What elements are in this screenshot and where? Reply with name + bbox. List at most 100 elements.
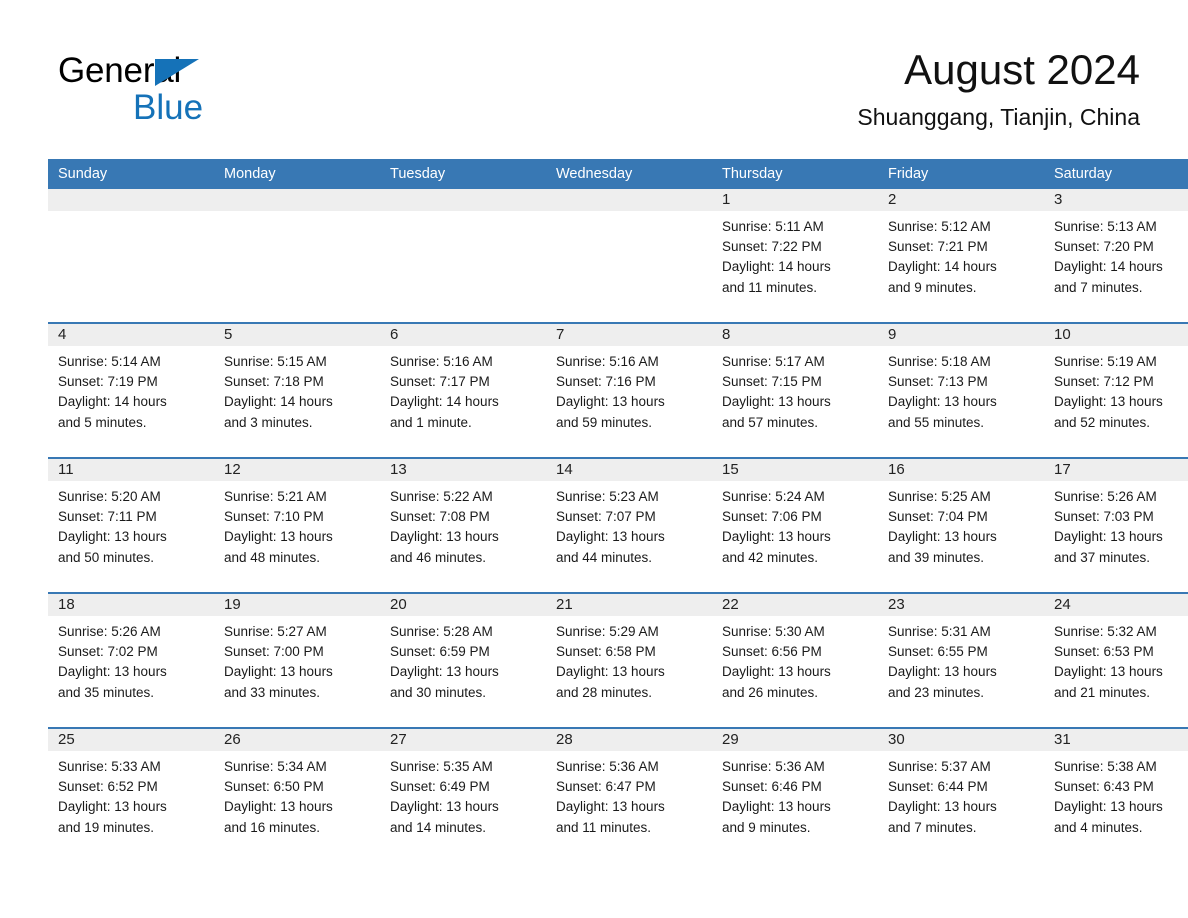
calendar-day-cell[interactable]: 22 Sunrise: 5:30 AM Sunset: 6:56 PM Dayligh…	[712, 592, 878, 728]
calendar-week-row: 11 Sunrise: 5:20 AM Sunset: 7:11 PM Dayligh…	[48, 457, 1188, 593]
day-details: Sunrise: 5:34 AM Sunset: 6:50 PM Daylight:…	[214, 751, 380, 838]
day-details: Sunrise: 5:11 AM Sunset: 7:22 PM Daylight:…	[712, 211, 878, 298]
daylight-text-line1: Daylight: 13 hours	[224, 664, 333, 680]
daylight-text-line1: Daylight: 13 hours	[1054, 394, 1163, 410]
calendar-day-cell[interactable]: 23 Sunrise: 5:31 AM Sunset: 6:55 PM Dayligh…	[878, 592, 1044, 728]
calendar-week-row: 4 Sunrise: 5:14 AM Sunset: 7:19 PM Daylight…	[48, 322, 1188, 458]
daylight-text-line1: Daylight: 13 hours	[1054, 529, 1163, 545]
sunrise-text: Sunrise: 5:27 AM	[224, 624, 327, 639]
day-number: 8	[712, 324, 878, 346]
calendar-day-cell[interactable]: 5 Sunrise: 5:15 AM Sunset: 7:18 PM Daylight…	[214, 322, 380, 458]
sunrise-text: Sunrise: 5:22 AM	[390, 489, 493, 504]
daylight-text-line2: and 35 minutes.	[58, 684, 155, 700]
calendar-day-cell[interactable]: 2 Sunrise: 5:12 AM Sunset: 7:21 PM Daylight…	[878, 189, 1044, 323]
daylight-text-line2: and 59 minutes.	[556, 414, 653, 430]
calendar-day-cell[interactable]: 26 Sunrise: 5:34 AM Sunset: 6:50 PM Dayligh…	[214, 727, 380, 863]
calendar-day-cell[interactable]: 4 Sunrise: 5:14 AM Sunset: 7:19 PM Daylight…	[48, 322, 214, 458]
calendar-day-cell[interactable]: 19 Sunrise: 5:27 AM Sunset: 7:00 PM Dayligh…	[214, 592, 380, 728]
calendar-day-cell[interactable]: 6 Sunrise: 5:16 AM Sunset: 7:17 PM Daylight…	[380, 322, 546, 458]
calendar-day-cell[interactable]: 7 Sunrise: 5:16 AM Sunset: 7:16 PM Daylight…	[546, 322, 712, 458]
daylight-text-line2: and 19 minutes.	[58, 819, 155, 835]
daylight-text-line1: Daylight: 13 hours	[224, 529, 333, 545]
calendar-day-cell[interactable]: 24 Sunrise: 5:32 AM Sunset: 6:53 PM Dayligh…	[1044, 592, 1188, 728]
calendar-day-cell[interactable]: 21 Sunrise: 5:29 AM Sunset: 6:58 PM Dayligh…	[546, 592, 712, 728]
sunset-text: Sunset: 7:21 PM	[888, 239, 988, 255]
day-number: 30	[878, 729, 1044, 751]
calendar-day-cell[interactable]: 18 Sunrise: 5:26 AM Sunset: 7:02 PM Dayligh…	[48, 592, 214, 728]
sunset-text: Sunset: 7:17 PM	[390, 374, 490, 390]
sunset-text: Sunset: 7:02 PM	[58, 644, 158, 660]
daylight-text-line2: and 9 minutes.	[888, 279, 977, 295]
daylight-text-line2: and 48 minutes.	[224, 549, 321, 565]
daylight-text-line1: Daylight: 14 hours	[888, 259, 997, 275]
calendar-week-row: 25 Sunrise: 5:33 AM Sunset: 6:52 PM Dayligh…	[48, 727, 1188, 863]
day-number: 4	[48, 324, 214, 346]
calendar-day-cell[interactable]: 27 Sunrise: 5:35 AM Sunset: 6:49 PM Dayligh…	[380, 727, 546, 863]
calendar-day-cell[interactable]: 31 Sunrise: 5:38 AM Sunset: 6:43 PM Dayligh…	[1044, 727, 1188, 863]
calendar-day-cell[interactable]: 16 Sunrise: 5:25 AM Sunset: 7:04 PM Dayligh…	[878, 457, 1044, 593]
day-number: 15	[712, 459, 878, 481]
day-details: Sunrise: 5:30 AM Sunset: 6:56 PM Daylight:…	[712, 616, 878, 703]
day-details: Sunrise: 5:31 AM Sunset: 6:55 PM Daylight:…	[878, 616, 1044, 703]
day-number: 11	[48, 459, 214, 481]
daylight-text-line2: and 23 minutes.	[888, 684, 985, 700]
daylight-text-line1: Daylight: 13 hours	[58, 799, 167, 815]
sunset-text: Sunset: 6:43 PM	[1054, 779, 1154, 795]
day-details: Sunrise: 5:19 AM Sunset: 7:12 PM Daylight:…	[1044, 346, 1188, 433]
calendar-day-cell[interactable]: 30 Sunrise: 5:37 AM Sunset: 6:44 PM Dayligh…	[878, 727, 1044, 863]
day-number: 2	[878, 189, 1044, 211]
calendar-day-cell[interactable]: 11 Sunrise: 5:20 AM Sunset: 7:11 PM Dayligh…	[48, 457, 214, 593]
day-details: Sunrise: 5:26 AM Sunset: 7:02 PM Daylight:…	[48, 616, 214, 703]
day-details: Sunrise: 5:23 AM Sunset: 7:07 PM Daylight:…	[546, 481, 712, 568]
sunset-text: Sunset: 7:18 PM	[224, 374, 324, 390]
weekday-header-sunday: Sunday	[48, 159, 214, 189]
day-number: 12	[214, 459, 380, 481]
day-number: 27	[380, 729, 546, 751]
sunrise-text: Sunrise: 5:19 AM	[1054, 354, 1157, 369]
daylight-text-line2: and 42 minutes.	[722, 549, 819, 565]
daylight-text-line2: and 16 minutes.	[224, 819, 321, 835]
calendar-day-cell[interactable]: 12 Sunrise: 5:21 AM Sunset: 7:10 PM Dayligh…	[214, 457, 380, 593]
calendar-day-cell[interactable]: 20 Sunrise: 5:28 AM Sunset: 6:59 PM Dayligh…	[380, 592, 546, 728]
calendar-day-cell[interactable]: 28 Sunrise: 5:36 AM Sunset: 6:47 PM Dayligh…	[546, 727, 712, 863]
sunrise-text: Sunrise: 5:13 AM	[1054, 219, 1157, 234]
day-details: Sunrise: 5:22 AM Sunset: 7:08 PM Daylight:…	[380, 481, 546, 568]
sunrise-text: Sunrise: 5:18 AM	[888, 354, 991, 369]
sunset-text: Sunset: 7:15 PM	[722, 374, 822, 390]
calendar-day-cell[interactable]: 9 Sunrise: 5:18 AM Sunset: 7:13 PM Daylight…	[878, 322, 1044, 458]
daylight-text-line1: Daylight: 13 hours	[58, 664, 167, 680]
calendar-day-cell-empty	[380, 189, 546, 323]
day-number	[546, 189, 712, 211]
day-number: 7	[546, 324, 712, 346]
sunrise-text: Sunrise: 5:31 AM	[888, 624, 991, 639]
calendar-day-cell[interactable]: 8 Sunrise: 5:17 AM Sunset: 7:15 PM Daylight…	[712, 322, 878, 458]
sunrise-text: Sunrise: 5:21 AM	[224, 489, 327, 504]
sunrise-text: Sunrise: 5:23 AM	[556, 489, 659, 504]
calendar-day-cell[interactable]: 29 Sunrise: 5:36 AM Sunset: 6:46 PM Dayligh…	[712, 727, 878, 863]
day-details: Sunrise: 5:18 AM Sunset: 7:13 PM Daylight:…	[878, 346, 1044, 433]
sunrise-text: Sunrise: 5:24 AM	[722, 489, 825, 504]
day-details: Sunrise: 5:32 AM Sunset: 6:53 PM Daylight:…	[1044, 616, 1188, 703]
daylight-text-line2: and 4 minutes.	[1054, 819, 1143, 835]
day-number	[48, 189, 214, 211]
daylight-text-line2: and 30 minutes.	[390, 684, 487, 700]
sunset-text: Sunset: 7:20 PM	[1054, 239, 1154, 255]
sunset-text: Sunset: 7:12 PM	[1054, 374, 1154, 390]
sunrise-text: Sunrise: 5:15 AM	[224, 354, 327, 369]
day-details: Sunrise: 5:36 AM Sunset: 6:46 PM Daylight:…	[712, 751, 878, 838]
calendar-day-cell[interactable]: 1 Sunrise: 5:11 AM Sunset: 7:22 PM Daylight…	[712, 189, 878, 323]
calendar-day-cell[interactable]: 17 Sunrise: 5:26 AM Sunset: 7:03 PM Dayligh…	[1044, 457, 1188, 593]
sunrise-text: Sunrise: 5:26 AM	[58, 624, 161, 639]
calendar-day-cell-empty	[546, 189, 712, 323]
calendar-day-cell[interactable]: 25 Sunrise: 5:33 AM Sunset: 6:52 PM Dayligh…	[48, 727, 214, 863]
calendar-day-cell[interactable]: 3 Sunrise: 5:13 AM Sunset: 7:20 PM Daylight…	[1044, 189, 1188, 323]
daylight-text-line1: Daylight: 13 hours	[888, 664, 997, 680]
sunrise-text: Sunrise: 5:36 AM	[556, 759, 659, 774]
calendar-day-cell[interactable]: 13 Sunrise: 5:22 AM Sunset: 7:08 PM Dayligh…	[380, 457, 546, 593]
calendar-day-cell[interactable]: 14 Sunrise: 5:23 AM Sunset: 7:07 PM Dayligh…	[546, 457, 712, 593]
calendar-day-cell[interactable]: 15 Sunrise: 5:24 AM Sunset: 7:06 PM Dayligh…	[712, 457, 878, 593]
daylight-text-line2: and 5 minutes.	[58, 414, 147, 430]
calendar-day-cell[interactable]: 10 Sunrise: 5:19 AM Sunset: 7:12 PM Dayligh…	[1044, 322, 1188, 458]
daylight-text-line2: and 50 minutes.	[58, 549, 155, 565]
calendar-week-row: 1 Sunrise: 5:11 AM Sunset: 7:22 PM Daylight…	[48, 189, 1188, 323]
